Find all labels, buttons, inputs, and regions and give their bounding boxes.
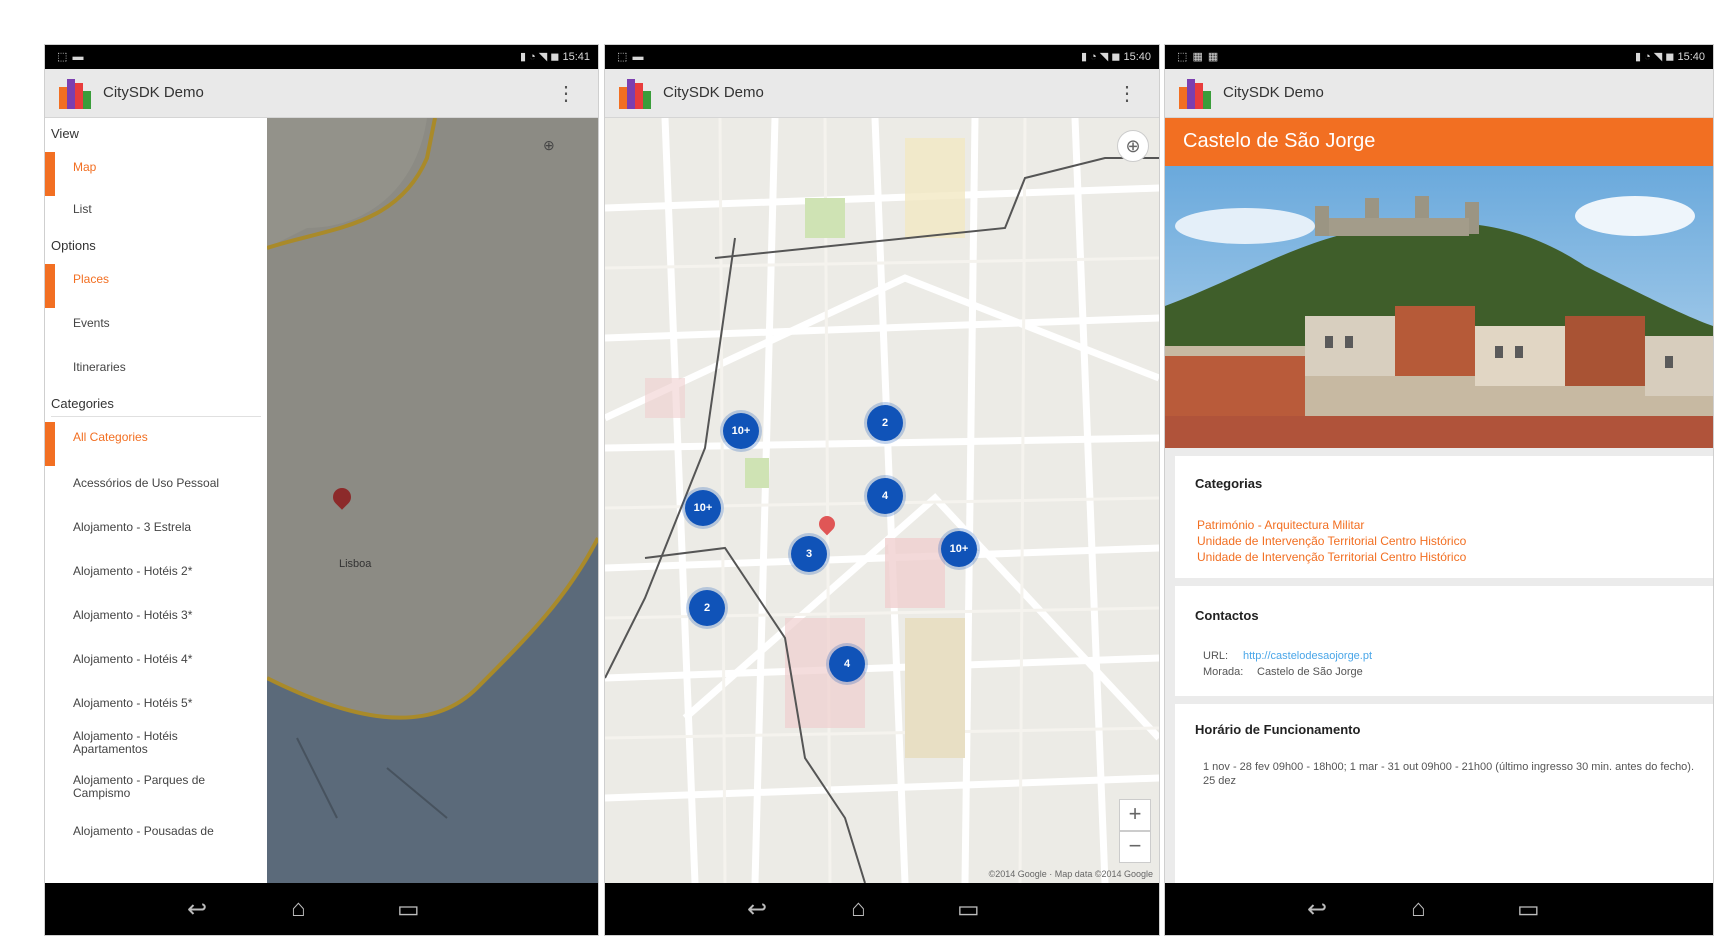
drawer-item-places[interactable]: Places <box>45 258 267 308</box>
map-cluster-marker[interactable]: 4 <box>829 646 865 682</box>
screen-poi-detail: ⬚ ▦ ▦ ▮ ◔ ◥ ◼ 15:40 CitySDK Demo Castelo… <box>1164 44 1714 936</box>
categories-card: Categorias Património - Arquitectura Mil… <box>1175 456 1713 578</box>
system-nav-bar: ↩ ⌂ ▭ <box>1165 883 1713 935</box>
address-label: Morada: <box>1203 666 1244 678</box>
drawer-item-list[interactable]: List <box>45 188 267 232</box>
drawer-section-categories: Categories <box>51 396 114 411</box>
screen-map-drawer: ⬚ ▬ ▮ ◔ ◥ ◼ 15:41 CitySDK Demo ⋮ View Ma… <box>44 44 599 936</box>
status-left: ⬚ ▬ <box>57 51 85 63</box>
overflow-menu-icon[interactable]: ⋮ <box>556 81 576 106</box>
system-nav-bar: ↩ ⌂ ▭ <box>605 883 1159 935</box>
home-icon[interactable]: ⌂ <box>291 895 306 923</box>
map-cluster-marker[interactable]: 2 <box>867 405 903 441</box>
system-nav-bar: ↩ ⌂ ▭ <box>45 883 598 935</box>
drawer-item-category[interactable]: All Categories <box>45 416 267 466</box>
drawer-item-category[interactable]: Alojamento - Hotéis Apartamentos <box>45 722 267 766</box>
hours-title: Horário de Funcionamento <box>1195 722 1361 737</box>
poi-details: Categorias Património - Arquitectura Mil… <box>1165 448 1713 883</box>
map-cluster-marker[interactable]: 10+ <box>723 413 759 449</box>
app-title: CitySDK Demo <box>1223 84 1324 101</box>
svg-text:⊕: ⊕ <box>543 137 555 153</box>
drawer-item-category[interactable]: Alojamento - Hotéis 4* <box>45 638 267 682</box>
status-bar: ⬚ ▦ ▦ ▮ ◔ ◥ ◼ 15:40 <box>1165 45 1713 69</box>
status-right: ▮ ◔ ◥ ◼ 15:40 <box>1080 51 1151 63</box>
app-bar: CitySDK Demo <box>1165 69 1713 118</box>
zoom-out-button[interactable]: − <box>1119 831 1151 863</box>
url-label: URL: <box>1203 650 1229 662</box>
app-logo-icon <box>59 77 93 109</box>
map-cluster-marker[interactable]: 2 <box>689 590 725 626</box>
map-view[interactable]: 10+ 2 10+ 4 3 10+ 2 4 ⊕ + − ©2014 Google… <box>605 118 1159 883</box>
drawer-item-category[interactable]: Alojamento - Hotéis 2* <box>45 550 267 594</box>
drawer-item-category[interactable]: Alojamento - Hotéis 5* <box>45 682 267 726</box>
category-link[interactable]: Unidade de Intervenção Territorial Centr… <box>1197 550 1466 564</box>
recents-icon[interactable]: ▭ <box>957 895 980 924</box>
app-title: CitySDK Demo <box>663 84 764 101</box>
url-link[interactable]: http://castelodesaojorge.pt <box>1243 650 1372 662</box>
status-right: ▮ ◔ ◥ ◼ 15:40 <box>1634 51 1705 63</box>
back-icon[interactable]: ↩ <box>747 895 767 924</box>
categories-title: Categorias <box>1195 476 1263 491</box>
navigation-drawer: View Map List Options Places Events Itin… <box>45 118 268 883</box>
map-cluster-marker[interactable]: 10+ <box>941 531 977 567</box>
drawer-section-options: Options <box>51 238 96 253</box>
screen-map-clusters: ⬚ ▬ ▮ ◔ ◥ ◼ 15:40 CitySDK Demo ⋮ 10+ 2 1… <box>604 44 1160 936</box>
my-location-icon[interactable]: ⊕ <box>1117 130 1149 162</box>
back-icon[interactable]: ↩ <box>187 895 207 924</box>
hours-text: 1 nov - 28 fev 09h00 - 18h00; 1 mar - 31… <box>1203 761 1695 787</box>
drawer-item-category[interactable]: Alojamento - Pousadas de <box>45 810 267 854</box>
app-bar: CitySDK Demo ⋮ <box>605 69 1159 118</box>
contacts-card: Contactos URL: http://castelodesaojorge.… <box>1175 586 1713 696</box>
poi-title: Castelo de São Jorge <box>1183 130 1376 152</box>
map-view-dimmed[interactable]: ⊕ Lisboa <box>267 118 598 883</box>
drawer-item-events[interactable]: Events <box>45 302 267 346</box>
app-logo-icon <box>619 77 653 109</box>
map-cluster-marker[interactable]: 4 <box>867 478 903 514</box>
poi-photo <box>1165 166 1713 448</box>
drawer-item-category[interactable]: Alojamento - 3 Estrela <box>45 506 267 550</box>
map-attribution: ©2014 Google · Map data ©2014 Google <box>988 869 1153 879</box>
map-cluster-marker[interactable]: 3 <box>791 536 827 572</box>
app-title: CitySDK Demo <box>103 84 204 101</box>
recents-icon[interactable]: ▭ <box>397 895 420 924</box>
drawer-item-category[interactable]: Alojamento - Parques de Campismo <box>45 766 267 810</box>
map-label: Lisboa <box>339 558 372 570</box>
map-cluster-marker[interactable]: 10+ <box>685 490 721 526</box>
hours-card: Horário de Funcionamento 1 nov - 28 fev … <box>1175 704 1713 883</box>
contacts-title: Contactos <box>1195 608 1259 623</box>
drawer-section-view: View <box>51 126 79 141</box>
overflow-menu-icon[interactable]: ⋮ <box>1117 81 1137 106</box>
status-right: ▮ ◔ ◥ ◼ 15:41 <box>519 51 590 63</box>
status-bar: ⬚ ▬ ▮ ◔ ◥ ◼ 15:41 <box>45 45 598 69</box>
address-value: Castelo de São Jorge <box>1257 666 1363 678</box>
back-icon[interactable]: ↩ <box>1307 895 1327 924</box>
drawer-item-category[interactable]: Alojamento - Hotéis 3* <box>45 594 267 638</box>
app-bar: CitySDK Demo ⋮ <box>45 69 598 118</box>
drawer-item-category[interactable]: Acessórios de Uso Pessoal <box>45 462 267 506</box>
status-left: ⬚ ▦ ▦ <box>1177 51 1220 63</box>
home-icon[interactable]: ⌂ <box>1411 895 1426 923</box>
category-link[interactable]: Unidade de Intervenção Territorial Centr… <box>1197 534 1466 548</box>
recents-icon[interactable]: ▭ <box>1517 895 1540 924</box>
zoom-in-button[interactable]: + <box>1119 799 1151 831</box>
drawer-item-map[interactable]: Map <box>45 146 267 196</box>
app-logo-icon <box>1179 77 1213 109</box>
status-left: ⬚ ▬ <box>617 51 645 63</box>
drawer-item-itineraries[interactable]: Itineraries <box>45 346 267 390</box>
poi-header: Castelo de São Jorge <box>1165 118 1713 166</box>
status-bar: ⬚ ▬ ▮ ◔ ◥ ◼ 15:40 <box>605 45 1159 69</box>
home-icon[interactable]: ⌂ <box>851 895 866 923</box>
category-link[interactable]: Património - Arquitectura Militar <box>1197 518 1364 532</box>
